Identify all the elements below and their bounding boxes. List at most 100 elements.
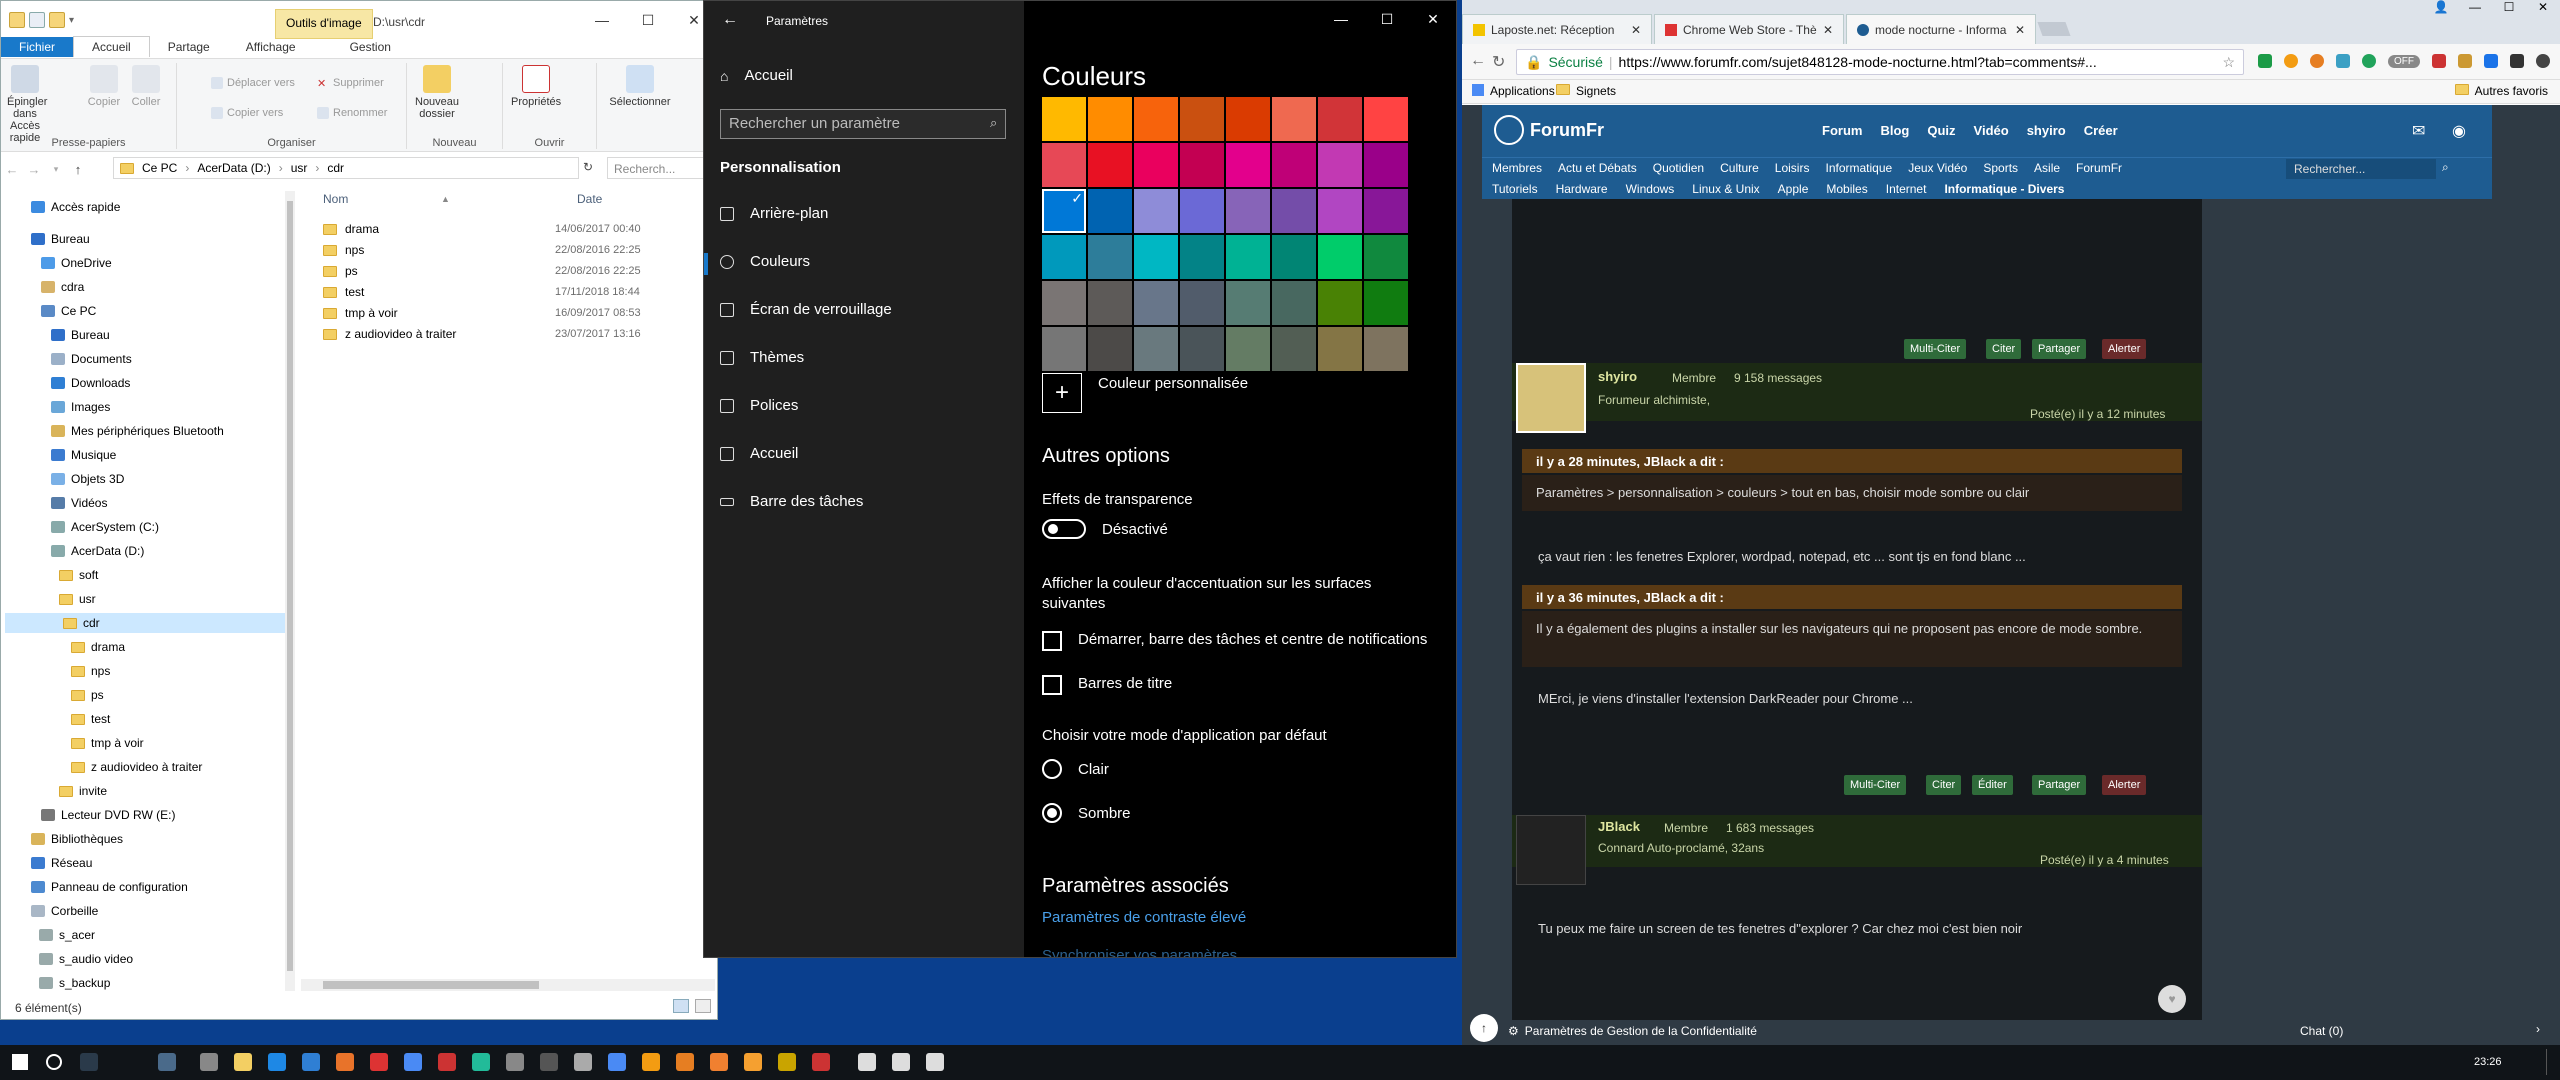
mail-app-icon[interactable] [268,1053,286,1071]
top-user[interactable]: shyiro [2027,123,2066,138]
extension-icon[interactable] [2484,54,2498,68]
forum-search-input[interactable]: Rechercher... [2286,159,2436,179]
folder-search-input[interactable]: Recherch... [607,157,713,179]
file-row[interactable]: z audiovideo à traiter 23/07/2017 13:16 [323,324,713,344]
close-button[interactable]: ✕ [1410,1,1456,37]
horizontal-scrollbar[interactable] [301,979,715,991]
chevron-down-icon[interactable]: ▾ [45,164,67,175]
nav-acersystem[interactable]: AcerSystem (C:) [51,517,159,537]
nav-actu[interactable]: Actu et Débats [1558,161,1637,175]
app-icon[interactable] [778,1053,796,1071]
nav-dvd[interactable]: Lecteur DVD RW (E:) [41,805,175,825]
color-swatch[interactable] [1180,143,1224,187]
paste-button[interactable]: Coller [127,65,165,108]
nav-objets3d[interactable]: Objets 3D [51,469,124,489]
breadcrumb-cdr[interactable]: cdr [327,161,344,175]
h-scroll-thumb[interactable] [323,981,539,989]
high-contrast-link[interactable]: Paramètres de contraste élevé [1042,909,1246,926]
scroll-top-icon[interactable]: ↑ [1470,1014,1498,1042]
minimize-button[interactable]: — [2458,0,2492,20]
darkreader-toggle[interactable]: OFF [2388,54,2420,68]
nav-loisirs[interactable]: Loisirs [1775,161,1810,175]
sub-informatique-divers[interactable]: Informatique - Divers [1944,182,2064,196]
heart-icon[interactable]: ♥ [2158,985,2186,1013]
alert-button[interactable]: Alerter [2102,775,2147,795]
nav-forumfr[interactable]: ForumFr [2076,161,2122,175]
title-bars-checkbox[interactable] [1042,675,1062,695]
color-swatch[interactable] [1318,281,1362,325]
color-swatch[interactable] [1042,327,1086,371]
nav-bluetooth[interactable]: Mes périphériques Bluetooth [51,421,224,441]
cite-button[interactable]: Citer [1986,339,2022,359]
nav-membres[interactable]: Membres [1492,161,1542,175]
color-swatch[interactable] [1134,189,1178,233]
color-swatch[interactable] [1272,327,1316,371]
color-swatch[interactable] [1364,143,1408,187]
color-swatch[interactable] [1088,327,1132,371]
color-swatch[interactable] [1318,189,1362,233]
color-swatch[interactable] [1042,235,1086,279]
nav-test[interactable]: test [71,709,110,729]
extension-icon[interactable] [2458,54,2472,68]
nav-culture[interactable]: Culture [1720,161,1759,175]
settings-app-icon[interactable] [158,1053,176,1071]
color-swatch[interactable] [1042,281,1086,325]
file-row[interactable]: nps 22/08/2016 22:25 [323,240,713,260]
bookmark-icon[interactable] [2510,54,2524,68]
color-swatch[interactable] [1318,235,1362,279]
color-swatch[interactable]: ✓ [1042,189,1086,233]
extension-icon[interactable] [2432,54,2446,68]
copy-to-button[interactable]: Copier vers [211,107,283,119]
start-taskbar-checkbox[interactable] [1042,631,1062,651]
minimize-button[interactable]: — [579,1,625,39]
windows-start-icon[interactable] [12,1054,28,1070]
new-folder-button[interactable]: Nouveau dossier [415,65,459,120]
sub-apple[interactable]: Apple [1778,182,1809,196]
chat-button[interactable]: Chat (0) [2300,1024,2343,1038]
top-quiz[interactable]: Quiz [1927,123,1955,138]
color-swatch[interactable] [1042,143,1086,187]
sub-windows[interactable]: Windows [1626,182,1675,196]
tab-laposte[interactable]: Laposte.net: Réception ✕ [1462,14,1652,44]
sidebar-item-themes[interactable]: Thèmes [720,349,804,366]
sidebar-item-couleurs[interactable]: Couleurs [720,253,810,270]
rename-button[interactable]: Renommer [317,107,387,119]
bookmark-signets[interactable]: Signets [1556,84,1616,98]
copy-button[interactable]: Copier [85,65,123,108]
color-swatch[interactable] [1180,327,1224,371]
nav-reseau[interactable]: Réseau [31,853,92,873]
add-icon[interactable]: + [1042,373,1082,413]
address-bar[interactable]: Ce PC › AcerData (D:) › usr › cdr [113,157,579,179]
extension-icon[interactable] [2258,54,2272,68]
nav-corbeille[interactable]: Corbeille [31,901,98,921]
clock[interactable]: 23:26 [2474,1056,2502,1068]
properties-button[interactable]: Propriétés [511,65,561,108]
nav-s-acer[interactable]: s_acer [39,925,95,945]
nav-images[interactable]: Images [51,397,110,417]
color-swatch[interactable] [1226,235,1270,279]
star-icon[interactable]: ☆ [2222,54,2235,71]
move-to-button[interactable]: Déplacer vers [211,77,295,89]
color-swatch[interactable] [1272,235,1316,279]
nav-s-backup[interactable]: s_backup [39,973,110,993]
color-swatch[interactable] [1088,281,1132,325]
sub-mobiles[interactable]: Mobiles [1826,182,1867,196]
nav-quotidien[interactable]: Quotidien [1653,161,1704,175]
nav-bureau[interactable]: Bureau [31,229,90,249]
color-swatch[interactable] [1134,281,1178,325]
nav-informatique[interactable]: Informatique [1825,161,1892,175]
user-icon[interactable]: 👤 [2424,0,2458,20]
nav-jeux-video[interactable]: Jeux Vidéo [1908,161,1967,175]
back-arrow-icon[interactable]: ← [1,162,23,177]
app-icon[interactable] [676,1053,694,1071]
color-swatch[interactable] [1088,189,1132,233]
color-swatch[interactable] [1226,327,1270,371]
select-button[interactable]: Sélectionner [605,65,675,108]
chevron-down-icon[interactable]: ▾ [69,15,74,26]
new-tab-button[interactable] [2037,22,2071,36]
app-icon[interactable] [926,1053,944,1071]
details-view-icon[interactable] [673,999,689,1013]
tab-manage[interactable]: Gestion [332,37,409,57]
edit-button[interactable]: Éditer [1972,775,2013,795]
breadcrumb-usr[interactable]: usr [291,161,308,175]
